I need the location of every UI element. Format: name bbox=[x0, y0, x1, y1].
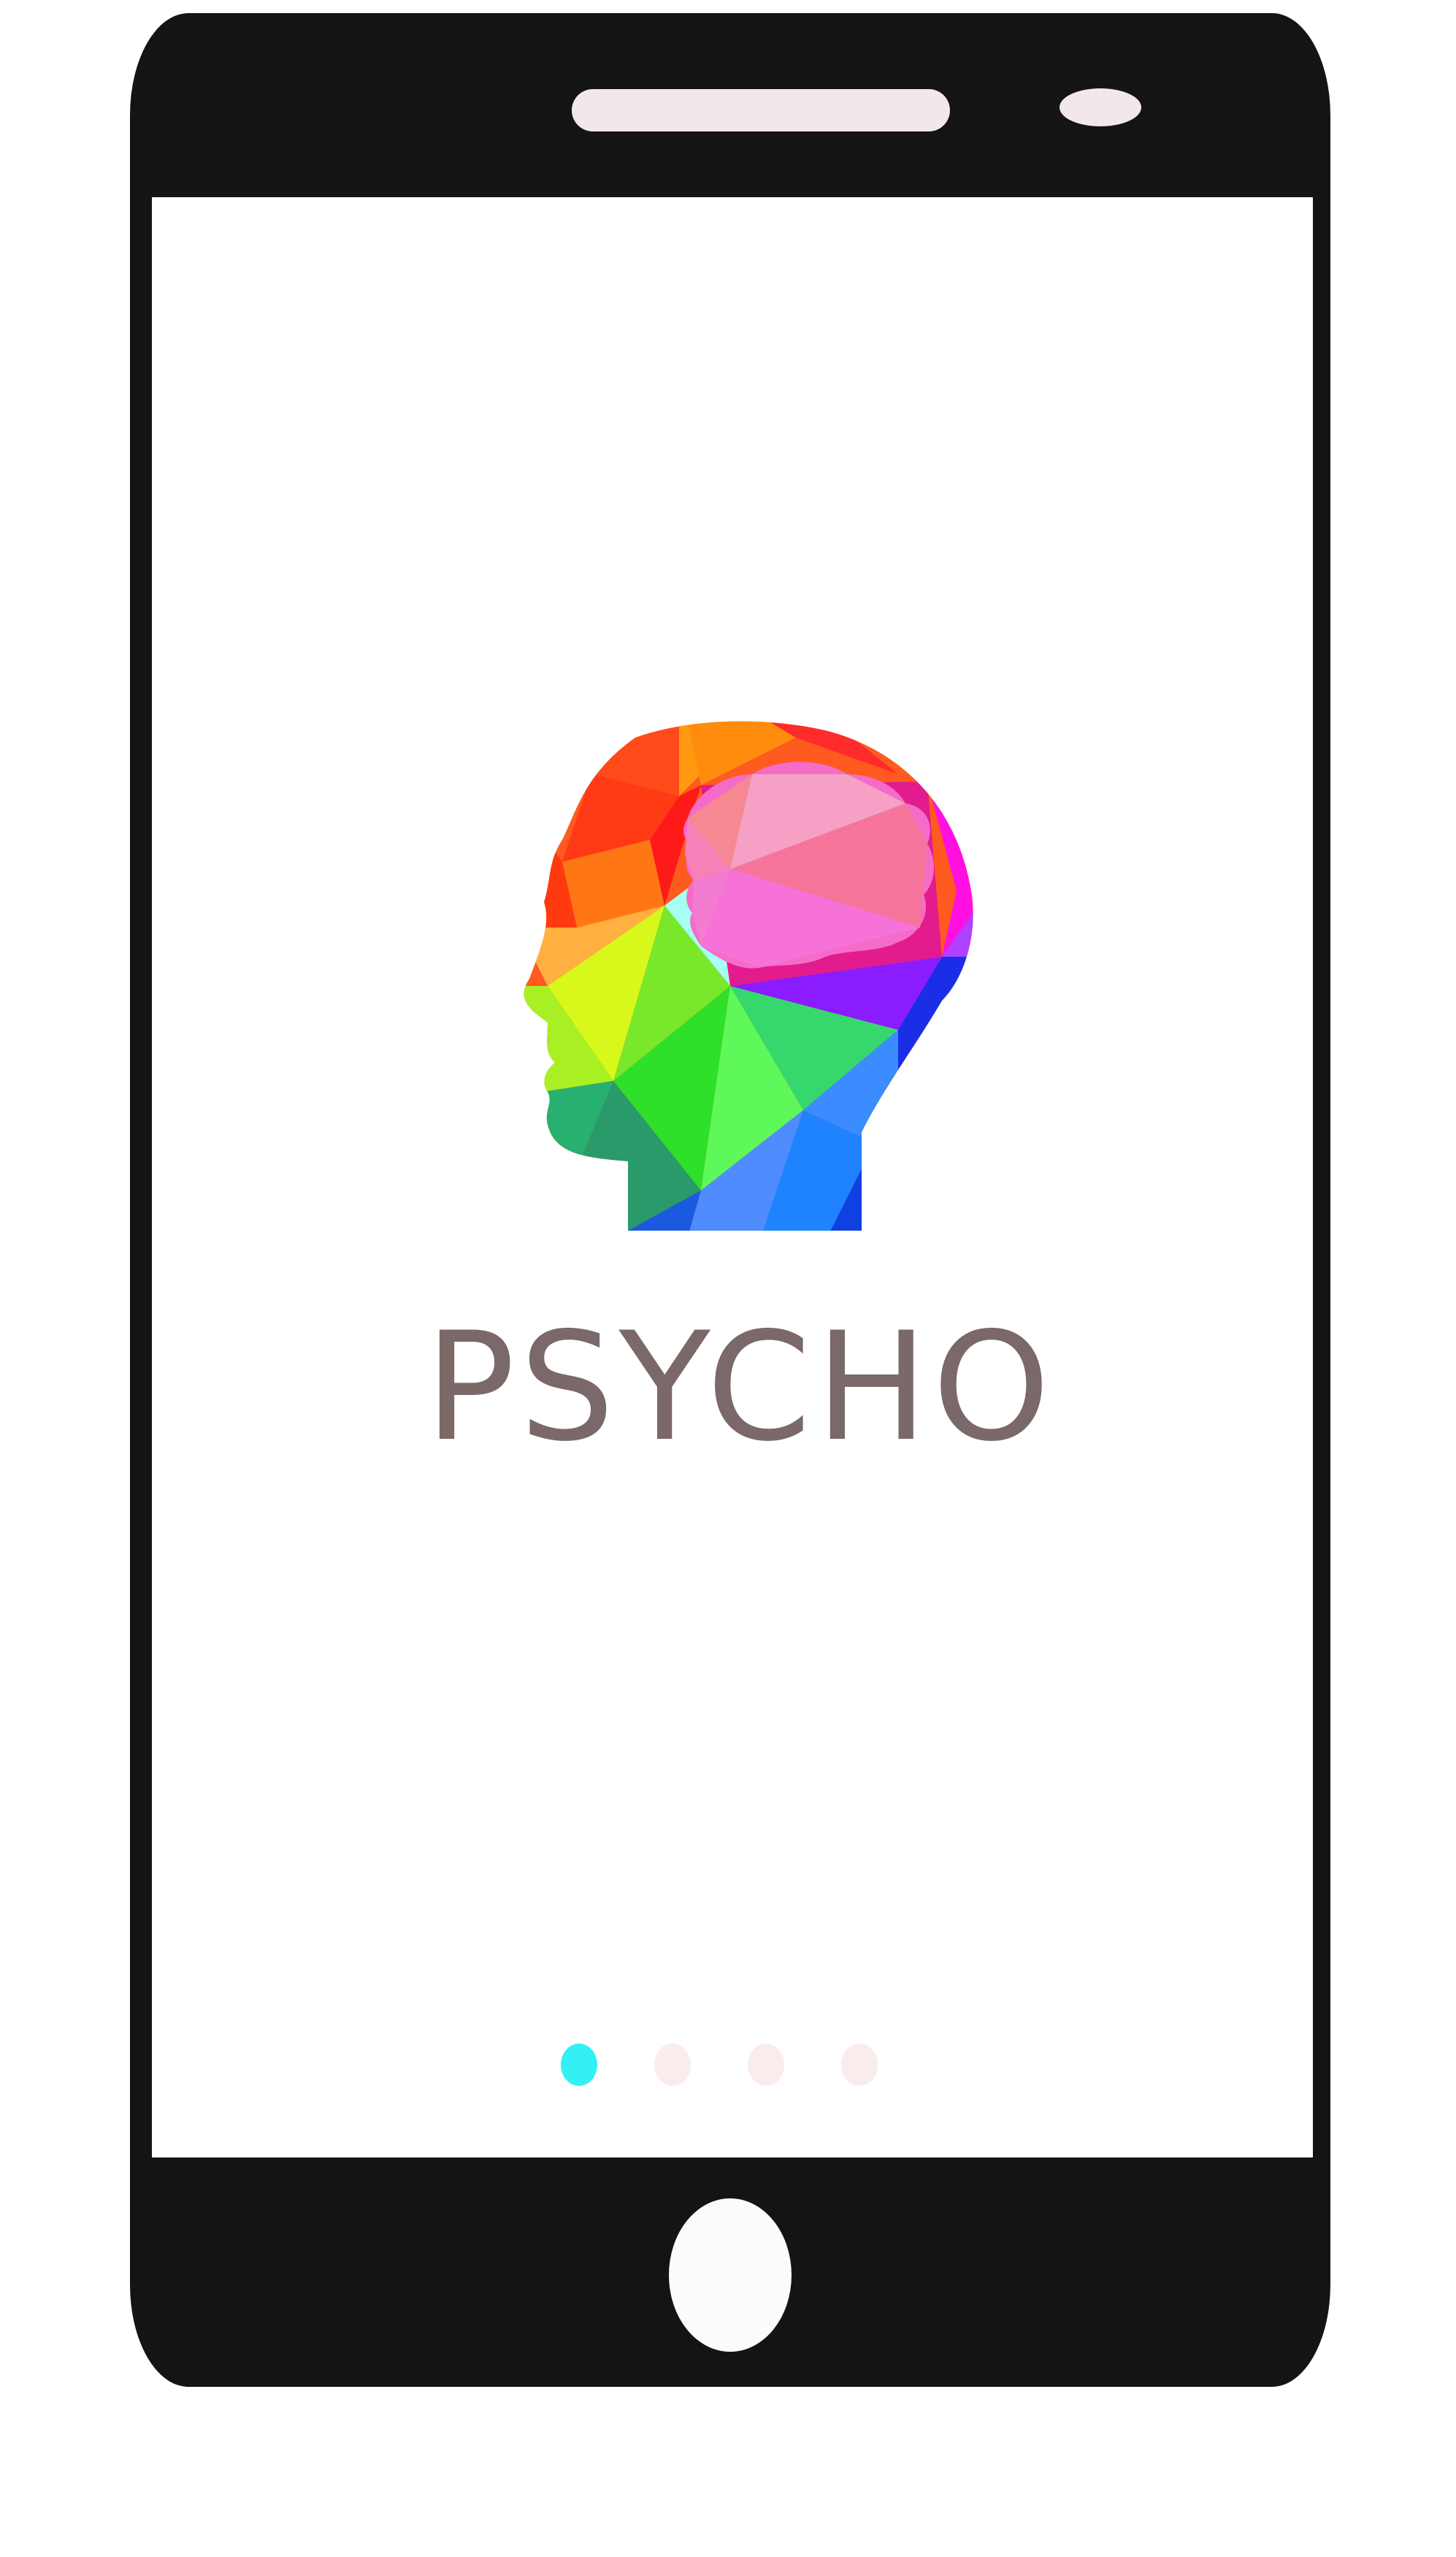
phone-frame: PSYCHO bbox=[130, 13, 1330, 2387]
app-title-text: PSYCHO bbox=[424, 1301, 1055, 1475]
speaker-grille bbox=[572, 89, 950, 131]
page-dot-4[interactable] bbox=[841, 2044, 878, 2086]
page-indicator bbox=[561, 2044, 897, 2087]
page-dot-3[interactable] bbox=[748, 2044, 784, 2086]
app-title: PSYCHO bbox=[152, 1313, 1313, 1463]
app-screen: PSYCHO bbox=[152, 197, 1313, 2157]
front-camera bbox=[1060, 88, 1141, 126]
page-dot-2[interactable] bbox=[654, 2044, 691, 2086]
page-dot-1[interactable] bbox=[561, 2044, 597, 2086]
polygonal-head-brain-icon bbox=[524, 721, 973, 1231]
home-button[interactable] bbox=[669, 2198, 792, 2352]
